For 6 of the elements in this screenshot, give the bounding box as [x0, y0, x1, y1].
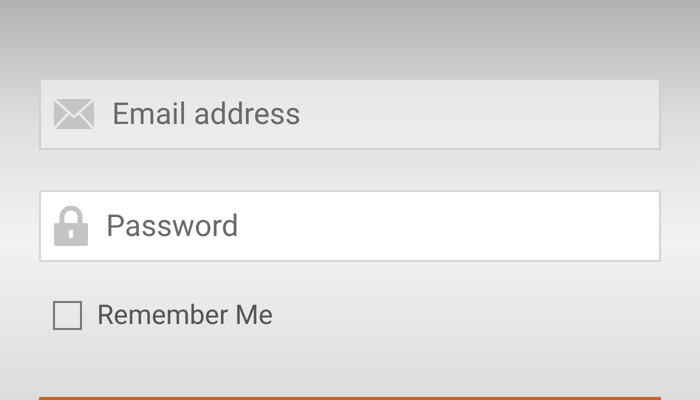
email-field[interactable]: Email address — [39, 78, 661, 150]
remember-me-checkbox[interactable] — [53, 300, 82, 330]
lock-icon — [54, 206, 88, 246]
envelope-icon — [54, 99, 94, 129]
password-field[interactable]: Password — [39, 190, 661, 262]
remember-me-label: Remember Me — [97, 298, 273, 333]
